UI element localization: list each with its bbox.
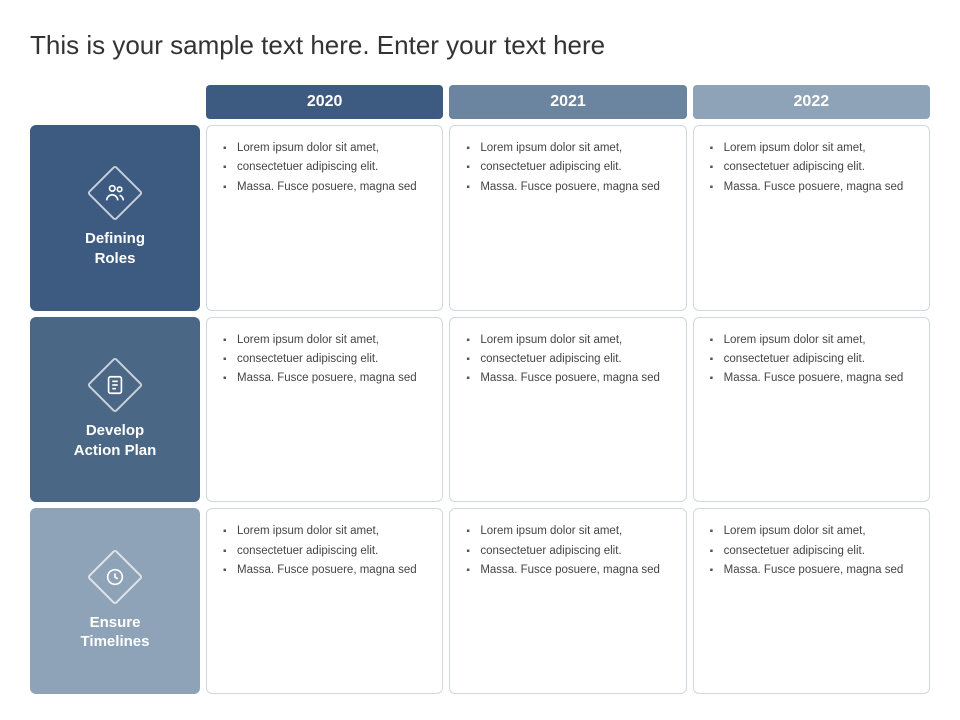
list-item: Lorem ipsum dolor sit amet, (710, 140, 913, 157)
defining-roles-2022-cell: Lorem ipsum dolor sit amet, consectetuer… (693, 125, 930, 311)
header-row: 2020 2021 2022 (30, 85, 930, 119)
develop-action-plan-2020-cell: Lorem ipsum dolor sit amet, consectetuer… (206, 317, 443, 503)
defining-roles-2022-list: Lorem ipsum dolor sit amet, consectetuer… (710, 140, 913, 196)
list-item: consectetuer adipiscing elit. (466, 159, 669, 176)
list-item: consectetuer adipiscing elit. (466, 351, 669, 368)
list-item: consectetuer adipiscing elit. (710, 543, 913, 560)
header-spacer (30, 85, 200, 119)
ensure-timelines-label: EnsureTimelines (81, 613, 150, 652)
list-item: consectetuer adipiscing elit. (223, 351, 426, 368)
page-title: This is your sample text here. Enter you… (30, 30, 930, 61)
ensure-timelines-2022-list: Lorem ipsum dolor sit amet, consectetuer… (710, 523, 913, 579)
ensure-timelines-2021-cell: Lorem ipsum dolor sit amet, consectetuer… (449, 508, 686, 694)
list-item: Lorem ipsum dolor sit amet, (466, 523, 669, 540)
data-row-defining-roles: DefiningRoles Lorem ipsum dolor sit amet… (30, 125, 930, 311)
ensure-timelines-icon-container (89, 551, 141, 603)
clock-icon (90, 552, 140, 602)
list-item: Massa. Fusce posuere, magna sed (223, 562, 426, 579)
list-item: Lorem ipsum dolor sit amet, (223, 332, 426, 349)
develop-action-plan-2022-list: Lorem ipsum dolor sit amet, consectetuer… (710, 332, 913, 388)
page: This is your sample text here. Enter you… (0, 0, 960, 720)
header-2020: 2020 (206, 85, 443, 119)
people-icon (90, 168, 140, 218)
develop-action-plan-2022-cell: Lorem ipsum dolor sit amet, consectetuer… (693, 317, 930, 503)
list-item: Massa. Fusce posuere, magna sed (710, 179, 913, 196)
list-item: Lorem ipsum dolor sit amet, (223, 140, 426, 157)
defining-roles-2020-list: Lorem ipsum dolor sit amet, consectetuer… (223, 140, 426, 196)
row-label-ensure-timelines: EnsureTimelines (30, 508, 200, 694)
defining-roles-label: DefiningRoles (85, 229, 145, 268)
develop-action-plan-label: DevelopAction Plan (74, 421, 157, 460)
header-2021: 2021 (449, 85, 686, 119)
list-item: consectetuer adipiscing elit. (223, 543, 426, 560)
list-item: Lorem ipsum dolor sit amet, (710, 332, 913, 349)
table-container: 2020 2021 2022 (30, 85, 930, 700)
list-item: Massa. Fusce posuere, magna sed (223, 179, 426, 196)
list-item: Massa. Fusce posuere, magna sed (466, 370, 669, 387)
list-item: consectetuer adipiscing elit. (710, 351, 913, 368)
data-row-ensure-timelines: EnsureTimelines Lorem ipsum dolor sit am… (30, 508, 930, 694)
defining-roles-icon-container (89, 167, 141, 219)
list-item: Massa. Fusce posuere, magna sed (710, 370, 913, 387)
ensure-timelines-2020-list: Lorem ipsum dolor sit amet, consectetuer… (223, 523, 426, 579)
defining-roles-2020-cell: Lorem ipsum dolor sit amet, consectetuer… (206, 125, 443, 311)
develop-action-plan-2021-list: Lorem ipsum dolor sit amet, consectetuer… (466, 332, 669, 388)
defining-roles-2021-cell: Lorem ipsum dolor sit amet, consectetuer… (449, 125, 686, 311)
defining-roles-2021-list: Lorem ipsum dolor sit amet, consectetuer… (466, 140, 669, 196)
develop-action-plan-icon-container (89, 359, 141, 411)
list-item: Lorem ipsum dolor sit amet, (466, 140, 669, 157)
ensure-timelines-2020-cell: Lorem ipsum dolor sit amet, consectetuer… (206, 508, 443, 694)
list-item: Lorem ipsum dolor sit amet, (466, 332, 669, 349)
document-icon (90, 360, 140, 410)
list-item: Lorem ipsum dolor sit amet, (710, 523, 913, 540)
header-2022: 2022 (693, 85, 930, 119)
list-item: Massa. Fusce posuere, magna sed (466, 562, 669, 579)
list-item: consectetuer adipiscing elit. (223, 159, 426, 176)
list-item: Massa. Fusce posuere, magna sed (466, 179, 669, 196)
ensure-timelines-2021-list: Lorem ipsum dolor sit amet, consectetuer… (466, 523, 669, 579)
list-item: Massa. Fusce posuere, magna sed (223, 370, 426, 387)
row-label-develop-action-plan: DevelopAction Plan (30, 317, 200, 503)
list-item: consectetuer adipiscing elit. (710, 159, 913, 176)
data-row-develop-action-plan: DevelopAction Plan Lorem ipsum dolor sit… (30, 317, 930, 503)
list-item: consectetuer adipiscing elit. (466, 543, 669, 560)
develop-action-plan-2020-list: Lorem ipsum dolor sit amet, consectetuer… (223, 332, 426, 388)
list-item: Massa. Fusce posuere, magna sed (710, 562, 913, 579)
develop-action-plan-2021-cell: Lorem ipsum dolor sit amet, consectetuer… (449, 317, 686, 503)
row-label-defining-roles: DefiningRoles (30, 125, 200, 311)
list-item: Lorem ipsum dolor sit amet, (223, 523, 426, 540)
ensure-timelines-2022-cell: Lorem ipsum dolor sit amet, consectetuer… (693, 508, 930, 694)
